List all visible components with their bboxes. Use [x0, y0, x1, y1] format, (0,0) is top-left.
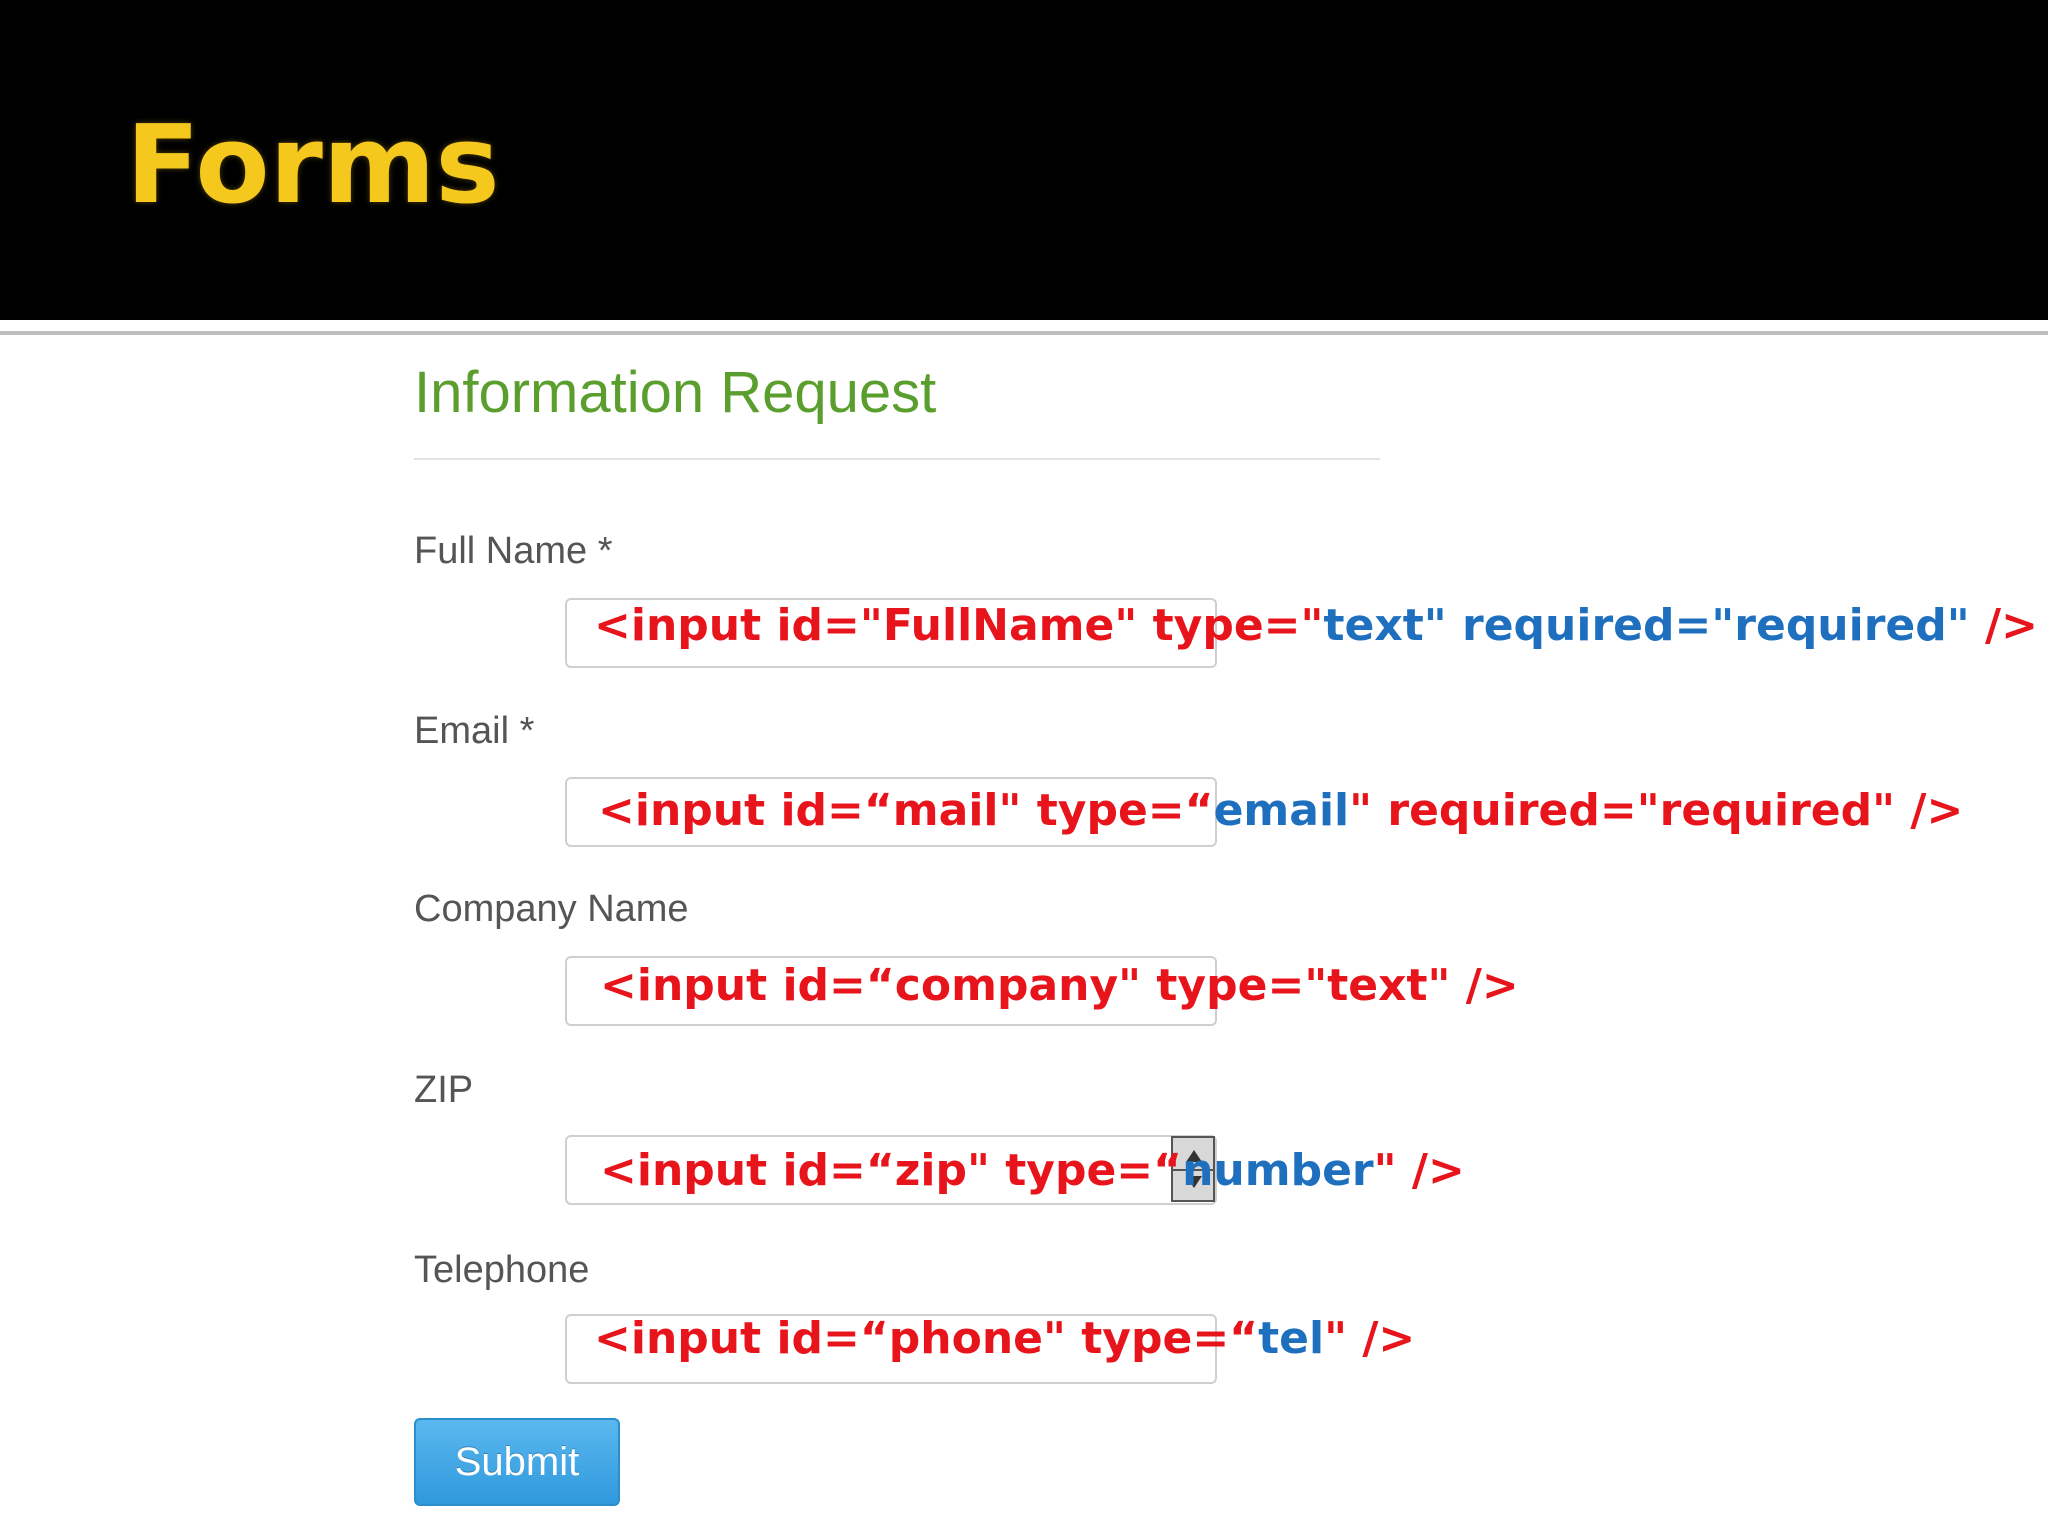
code-part: " required="required" />: [1349, 785, 1964, 836]
code-part: " />: [1324, 1313, 1416, 1364]
zip-label: ZIP: [414, 1069, 474, 1111]
code-part: <input id=“mail" type=“: [598, 785, 1214, 836]
full-name-label: Full Name *: [414, 530, 613, 572]
form-divider: [414, 458, 1380, 460]
email-label: Email *: [414, 710, 535, 752]
code-part: " />: [1373, 1145, 1465, 1196]
slide-header: Forms: [0, 0, 2048, 320]
code-part: <input id=“zip" type=“: [600, 1145, 1183, 1196]
company-name-label: Company Name: [414, 888, 689, 930]
full-name-code: <input id="FullName" type="text" require…: [594, 604, 2038, 648]
company-name-code: <input id=“company" type="text" />: [600, 964, 1519, 1008]
submit-button[interactable]: Submit: [414, 1418, 620, 1506]
code-type-highlight: tel: [1258, 1313, 1325, 1364]
code-type-highlight: number: [1182, 1145, 1374, 1196]
header-rule: [0, 331, 2048, 335]
slide-title: Forms: [126, 103, 500, 228]
code-part: <input id=“company" type=": [600, 960, 1328, 1011]
zip-code: <input id=“zip" type=“number" />: [600, 1149, 1465, 1193]
email-code: <input id=“mail" type=“email" required="…: [598, 789, 1963, 833]
code-type-highlight: email: [1213, 785, 1350, 836]
form-title: Information Request: [414, 360, 937, 425]
telephone-code: <input id=“phone" type=“tel" />: [594, 1317, 1415, 1361]
code-part: <input id="FullName" type=": [594, 600, 1324, 651]
code-type-highlight: text" required="required": [1323, 600, 1970, 651]
telephone-label: Telephone: [414, 1249, 590, 1291]
code-part: />: [1969, 600, 2038, 651]
code-part: <input id=“phone" type=“: [594, 1313, 1259, 1364]
code-part: text" />: [1327, 960, 1519, 1011]
